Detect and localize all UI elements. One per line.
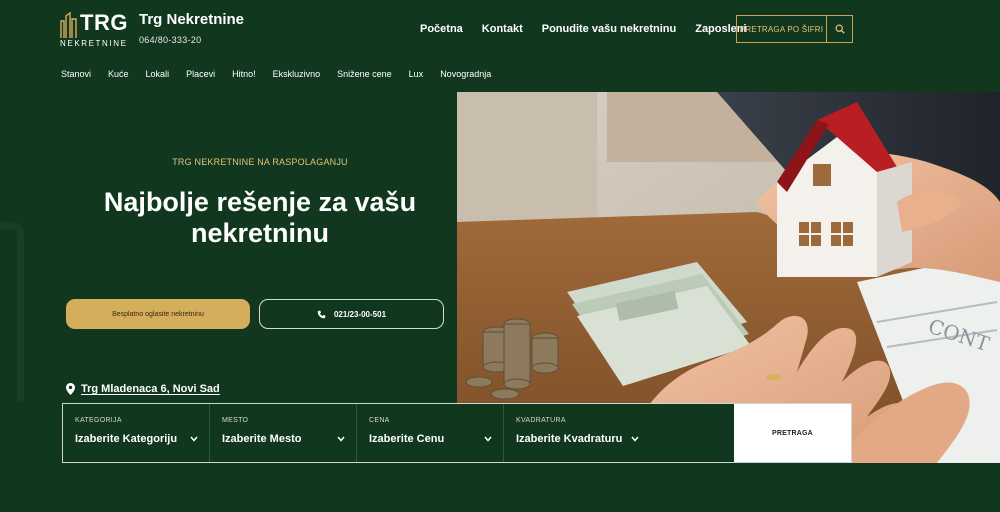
- decorative-outline: [0, 222, 24, 402]
- brand-name[interactable]: Trg Nekretnine: [139, 11, 244, 28]
- search-field-area[interactable]: KVADRATURA Izaberite Kvadraturu: [504, 404, 736, 462]
- nav-item-pocetna[interactable]: Početna: [420, 23, 463, 35]
- category-stanovi[interactable]: Stanovi: [61, 69, 91, 79]
- search-field-label: CENA: [369, 417, 390, 424]
- property-search-bar: KATEGORIJA Izaberite Kategoriju MESTO Iz…: [62, 403, 852, 463]
- nav-item-kontakt[interactable]: Kontakt: [482, 23, 523, 35]
- search-field-category[interactable]: KATEGORIJA Izaberite Kategoriju: [63, 404, 210, 462]
- hero-eyebrow: TRG NEKRETNINE NA RASPOLAGANJU: [172, 157, 348, 167]
- search-field-location[interactable]: MESTO Izaberite Mesto: [210, 404, 357, 462]
- category-nav: Stanovi Kuće Lokali Placevi Hitno! Ekskl…: [61, 69, 491, 79]
- category-hitno[interactable]: Hitno!: [232, 69, 256, 79]
- search-field-label: KATEGORIJA: [75, 417, 122, 424]
- chevron-down-icon: [337, 436, 345, 442]
- category-lokali[interactable]: Lokali: [146, 69, 170, 79]
- nav-item-ponudite[interactable]: Ponudite vašu nekretninu: [542, 23, 676, 35]
- category-ekskluzivno[interactable]: Ekskluzivno: [273, 69, 321, 79]
- search-field-label: MESTO: [222, 417, 249, 424]
- location-pin-icon: [66, 383, 75, 395]
- site-logo[interactable]: TRG NEKRETNINE: [60, 10, 128, 48]
- office-address-text: Trg Mladenaca 6, Novi Sad: [81, 383, 220, 395]
- logo-subtitle: NEKRETNINE: [60, 39, 128, 48]
- chevron-down-icon: [484, 436, 492, 442]
- search-field-value: Izaberite Cenu: [369, 433, 445, 445]
- call-phone-button[interactable]: 021/23-00-501: [259, 299, 444, 329]
- phone-icon: [317, 310, 326, 318]
- search-icon: [834, 24, 845, 34]
- main-nav: Početna Kontakt Ponudite vašu nekretninu…: [420, 23, 747, 35]
- search-submit-button[interactable]: PRETRAGA: [734, 404, 851, 462]
- category-novogradnja[interactable]: Novogradnja: [440, 69, 491, 79]
- chevron-down-icon: [631, 436, 639, 442]
- search-field-value: Izaberite Mesto: [222, 433, 302, 445]
- logo-buildings-icon: [60, 12, 77, 38]
- category-lux[interactable]: Lux: [409, 69, 424, 79]
- code-search-button[interactable]: PRETRAGA PO ŠIFRI: [737, 16, 827, 42]
- office-address[interactable]: Trg Mladenaca 6, Novi Sad: [66, 383, 220, 395]
- search-field-label: KVADRATURA: [516, 417, 566, 424]
- category-placevi[interactable]: Placevi: [186, 69, 215, 79]
- hero-title: Najbolje rešenje za vašu nekretninu: [103, 187, 417, 248]
- category-snizene-cene[interactable]: Snižene cene: [337, 69, 392, 79]
- call-phone-label: 021/23-00-501: [333, 309, 387, 319]
- category-kuce[interactable]: Kuće: [108, 69, 129, 79]
- brand-phone[interactable]: 064/80-333-20: [139, 35, 201, 45]
- search-field-price[interactable]: CENA Izaberite Cenu: [357, 404, 504, 462]
- search-field-value: Izaberite Kategoriju: [75, 433, 178, 445]
- code-search-submit[interactable]: [827, 16, 852, 42]
- logo-wordmark: TRG: [80, 10, 128, 35]
- site-header: TRG NEKRETNINE Trg Nekretnine 064/80-333…: [0, 0, 1000, 92]
- search-field-value: Izaberite Kvadraturu: [516, 433, 623, 445]
- code-search: PRETRAGA PO ŠIFRI: [736, 15, 853, 43]
- chevron-down-icon: [190, 436, 198, 442]
- advertise-property-button[interactable]: Besplatno oglasite nekretninu: [66, 299, 250, 329]
